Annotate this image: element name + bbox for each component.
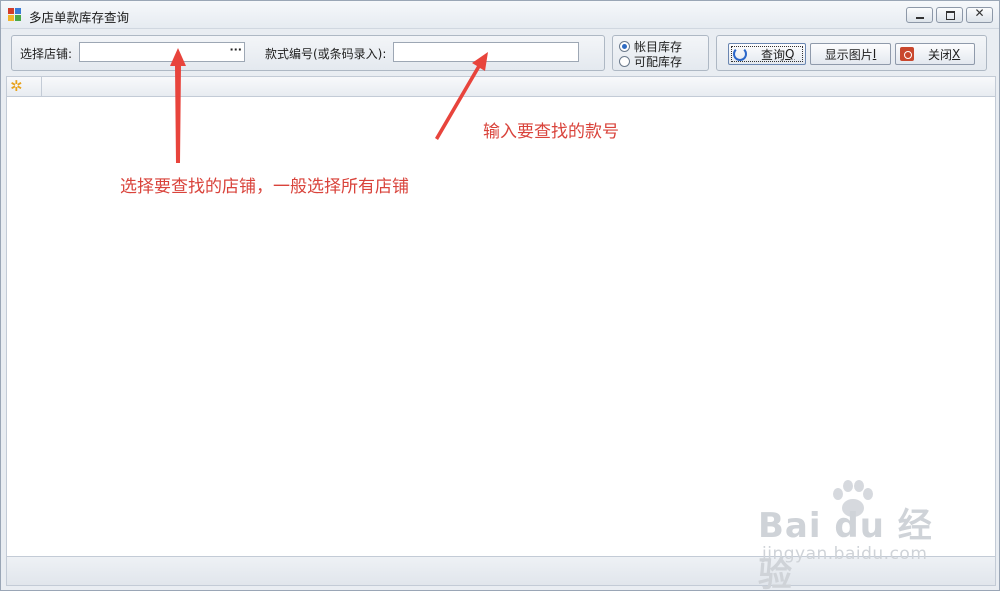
watermark-url: jingyan.baidu.com — [762, 544, 928, 564]
app-icon — [8, 8, 22, 22]
annotation-style-hint: 输入要查找的款号 — [483, 122, 619, 142]
annotation-store-hint: 选择要查找的店铺，一般选择所有店铺 — [120, 177, 409, 197]
maximize-button[interactable] — [936, 7, 963, 23]
window-title: 多店单款库存查询 — [29, 10, 130, 25]
query-hotkey: Q — [785, 47, 795, 61]
close-button[interactable]: 关闭 X — [895, 43, 975, 65]
close-icon: ✕ — [974, 6, 985, 20]
stop-icon — [900, 47, 914, 61]
minimize-button[interactable] — [906, 7, 933, 23]
show-picture-button[interactable]: 显示图片 I — [810, 43, 891, 65]
style-code-input[interactable] — [394, 43, 578, 61]
show-picture-label: 显示图片 — [824, 47, 873, 62]
close-button-label: 关闭 — [928, 47, 953, 62]
close-hotkey: X — [952, 47, 961, 61]
query-button[interactable]: 查询 Q — [728, 43, 806, 65]
radio-button-checked[interactable] — [619, 40, 630, 52]
show-picture-hotkey: I — [872, 47, 877, 61]
style-code-field[interactable] — [393, 42, 579, 62]
radio-button-unchecked[interactable] — [619, 55, 630, 67]
query-button-label: 查询 — [761, 47, 786, 62]
radio-book-stock[interactable]: 帐目库存 — [619, 39, 682, 54]
gear-icon: ✲ — [10, 77, 23, 95]
style-code-label: 款式编号(或条码录入): — [265, 47, 387, 61]
grid-header: ✲ — [6, 76, 996, 97]
watermark: Bai du 经验 jingyan.baidu.com — [758, 480, 958, 591]
radio-available-stock[interactable]: 可配库存 — [619, 54, 683, 69]
title-bar[interactable]: 多店单款库存查询 ✕ — [1, 1, 999, 29]
store-browse-button[interactable]: ··· — [229, 43, 242, 56]
store-select-input[interactable]: ··· — [79, 42, 245, 62]
grid-corner-button[interactable]: ✲ — [7, 77, 42, 96]
radio-available-stock-label: 可配库存 — [634, 54, 683, 69]
close-window-button[interactable]: ✕ — [966, 6, 993, 23]
store-label: 选择店铺: — [20, 47, 73, 61]
refresh-icon — [733, 47, 747, 61]
